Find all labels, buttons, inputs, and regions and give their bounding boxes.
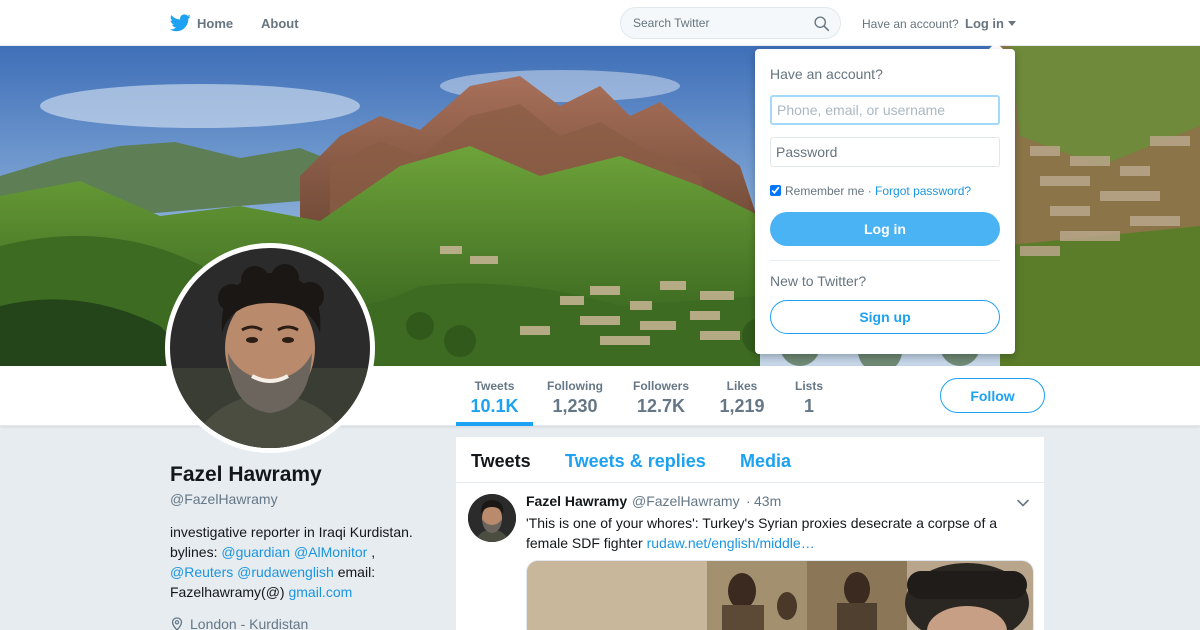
timeline-tabs: Tweets Tweets & replies Media xyxy=(456,437,1044,483)
password-field[interactable] xyxy=(770,137,1000,167)
stat-followers[interactable]: Followers 12.7K xyxy=(626,366,696,426)
tab-tweets-replies[interactable]: Tweets & replies xyxy=(565,451,706,472)
chevron-down-icon[interactable] xyxy=(1016,496,1030,510)
chevron-down-icon[interactable] xyxy=(1008,21,1016,26)
mention-link[interactable]: @AlMonitor xyxy=(294,544,367,560)
stat-label: Following xyxy=(547,379,603,393)
stat-value: 1 xyxy=(803,396,814,416)
tab-media[interactable]: Media xyxy=(740,451,791,472)
top-navigation: Home About Have an account? Log in xyxy=(0,0,1200,46)
bio-text: email: xyxy=(337,564,376,580)
divider xyxy=(770,260,1000,261)
profile-location: London - Kurdistan xyxy=(170,616,308,630)
stat-value: 1,219 xyxy=(719,396,765,416)
location-pin-icon xyxy=(171,617,183,630)
stat-likes[interactable]: Likes 1,219 xyxy=(712,366,772,426)
stat-value: 12.7K xyxy=(636,396,686,416)
profile-handle[interactable]: @FazelHawramy xyxy=(170,491,278,507)
profile-name[interactable]: Fazel Hawramy xyxy=(170,463,322,487)
stat-label: Followers xyxy=(632,379,689,393)
location-text: London - Kurdistan xyxy=(190,616,309,630)
stat-tweets[interactable]: Tweets 10.1K xyxy=(456,366,533,426)
dropdown-title: Have an account? xyxy=(770,66,883,82)
email-domain-link[interactable]: gmail.com xyxy=(288,584,352,600)
bio-text: Fazelhawramy(@) xyxy=(170,584,285,600)
bio-text: bylines: xyxy=(170,544,218,560)
tweet-avatar[interactable] xyxy=(468,494,516,542)
login-dropdown-toggle[interactable]: Log in xyxy=(965,16,1004,31)
search-icon[interactable] xyxy=(813,15,830,32)
nav-home-link[interactable]: Home xyxy=(197,16,233,31)
tweet-author-name[interactable]: Fazel Hawramy xyxy=(526,493,627,509)
separator: · xyxy=(867,184,872,198)
stat-label: Likes xyxy=(726,379,758,393)
search-box[interactable] xyxy=(620,7,841,39)
tweet-link[interactable]: rudaw.net/english/middle… xyxy=(647,535,815,551)
timeline: Tweets Tweets & replies Media Fazel Hawr… xyxy=(456,437,1044,630)
search-input[interactable] xyxy=(633,16,803,30)
tweet-timestamp[interactable]: 43m xyxy=(754,493,781,509)
username-field[interactable] xyxy=(770,95,1000,125)
login-button[interactable]: Log in xyxy=(770,212,1000,246)
have-account-text: Have an account? xyxy=(862,17,959,31)
login-dropdown: Have an account? Remember me · Forgot pa… xyxy=(755,49,1015,354)
nav-about-link[interactable]: About xyxy=(261,16,299,31)
new-to-twitter-text: New to Twitter? xyxy=(770,273,867,289)
remember-me-label[interactable]: Remember me xyxy=(785,184,864,198)
stat-label: Lists xyxy=(794,379,823,393)
tweet-author-handle[interactable]: @FazelHawramy xyxy=(632,493,740,509)
bio-text: , xyxy=(371,544,376,560)
stat-lists[interactable]: Lists 1 xyxy=(787,366,831,426)
stat-value: 10.1K xyxy=(470,396,519,416)
stat-label: Tweets xyxy=(474,379,515,393)
remember-me-checkbox[interactable] xyxy=(770,185,781,196)
mention-link[interactable]: @Reuters xyxy=(170,564,233,580)
remember-row: Remember me · Forgot password? xyxy=(770,184,971,198)
tweet-text: 'This is one of your whores': Turkey's S… xyxy=(526,513,1026,553)
tweet[interactable]: Fazel Hawramy @FazelHawramy · 43m 'This … xyxy=(456,483,1044,630)
avatar[interactable] xyxy=(165,243,375,453)
mention-link[interactable]: @rudawenglish xyxy=(237,564,334,580)
profile-bio: investigative reporter in Iraqi Kurdista… xyxy=(170,522,440,602)
forgot-password-link[interactable]: Forgot password? xyxy=(875,184,971,198)
stat-following[interactable]: Following 1,230 xyxy=(540,366,610,426)
signup-button[interactable]: Sign up xyxy=(770,300,1000,334)
tab-tweets[interactable]: Tweets xyxy=(471,451,531,472)
follow-button[interactable]: Follow xyxy=(940,378,1045,413)
mention-link[interactable]: @guardian xyxy=(221,544,290,560)
tweet-media-image[interactable] xyxy=(526,560,1034,630)
stat-value: 1,230 xyxy=(552,396,598,416)
tweet-separator: · xyxy=(746,493,751,509)
twitter-bird-icon[interactable] xyxy=(170,14,191,32)
bio-text: investigative reporter in Iraqi Kurdista… xyxy=(170,524,413,540)
